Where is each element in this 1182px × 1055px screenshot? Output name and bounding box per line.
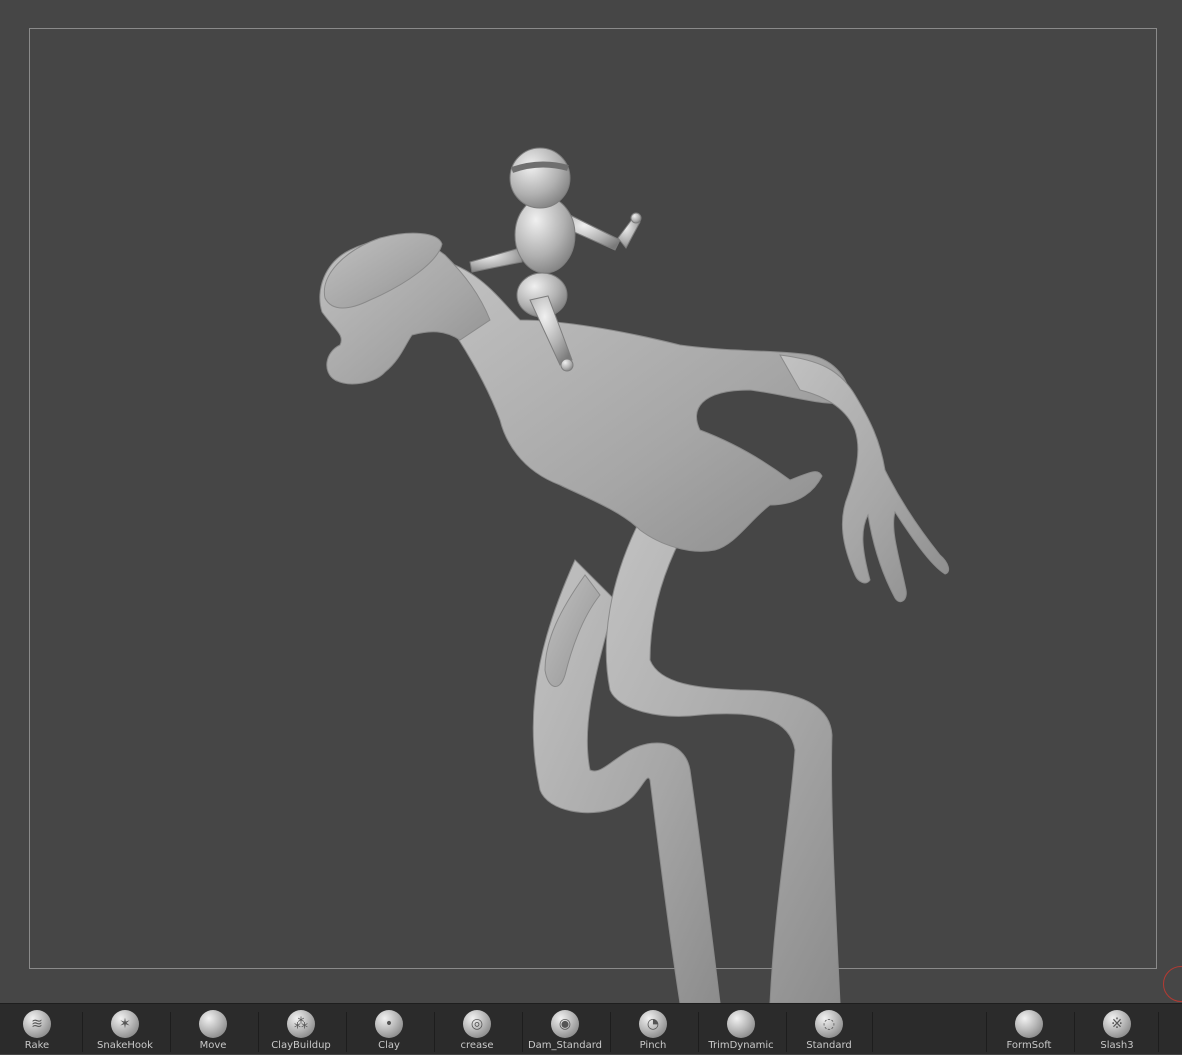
- brush-claybuildup[interactable]: ⁂ ClayBuildup: [261, 1010, 341, 1055]
- brush-rake[interactable]: ≋ Rake: [0, 1010, 77, 1055]
- brush-label: TrimDynamic: [708, 1040, 774, 1051]
- separator: [170, 1012, 171, 1052]
- brush-label: Move: [199, 1040, 227, 1051]
- separator: [872, 1012, 873, 1052]
- move-brush-icon: [199, 1010, 227, 1038]
- formsoft-brush-icon: [1015, 1010, 1043, 1038]
- brush-label: ClayBuildup: [271, 1040, 331, 1051]
- brush-slash3[interactable]: ※ Slash3: [1077, 1010, 1157, 1055]
- clay-brush-icon: •: [375, 1010, 403, 1038]
- separator: [786, 1012, 787, 1052]
- brush-shelf: ≋ Rake ✶ SnakeHook Move ⁂ ClayBuildup • …: [0, 1003, 1182, 1054]
- pinch-brush-icon: ◔: [639, 1010, 667, 1038]
- separator: [82, 1012, 83, 1052]
- brush-snakehook[interactable]: ✶ SnakeHook: [85, 1010, 165, 1055]
- separator: [1158, 1012, 1159, 1052]
- rake-brush-icon: ≋: [23, 1010, 51, 1038]
- brush-move[interactable]: Move: [173, 1010, 253, 1055]
- brush-trimdynamic[interactable]: TrimDynamic: [701, 1010, 781, 1055]
- brush-label: Standard: [806, 1040, 852, 1051]
- brush-pinch[interactable]: ◔ Pinch: [613, 1010, 693, 1055]
- crease-brush-icon: ◎: [463, 1010, 491, 1038]
- separator: [522, 1012, 523, 1052]
- sculpt-model[interactable]: [0, 0, 1182, 1003]
- brush-label: Rake: [24, 1040, 50, 1051]
- canvas-viewport[interactable]: [0, 0, 1182, 1003]
- snakehook-brush-icon: ✶: [111, 1010, 139, 1038]
- brush-formsoft[interactable]: FormSoft: [989, 1010, 1069, 1055]
- slash3-brush-icon: ※: [1103, 1010, 1131, 1038]
- separator: [610, 1012, 611, 1052]
- separator: [1074, 1012, 1075, 1052]
- brush-label: Pinch: [639, 1040, 667, 1051]
- brush-label: Slash3: [1100, 1040, 1134, 1051]
- brush-crease[interactable]: ◎ crease: [437, 1010, 517, 1055]
- brush-clay[interactable]: • Clay: [349, 1010, 429, 1055]
- separator: [258, 1012, 259, 1052]
- brush-label: SnakeHook: [97, 1040, 153, 1051]
- claybuildup-brush-icon: ⁂: [287, 1010, 315, 1038]
- creature-body: [319, 232, 950, 1003]
- separator: [698, 1012, 699, 1052]
- brush-label: Clay: [378, 1040, 400, 1051]
- brush-label: Dam_Standard: [527, 1040, 603, 1051]
- brush-label: crease: [460, 1040, 494, 1051]
- standard-brush-icon: ◌: [815, 1010, 843, 1038]
- separator: [346, 1012, 347, 1052]
- brush-label: FormSoft: [1006, 1040, 1052, 1051]
- separator: [434, 1012, 435, 1052]
- dam-standard-brush-icon: ◉: [551, 1010, 579, 1038]
- separator: [986, 1012, 987, 1052]
- brush-dam-standard[interactable]: ◉ Dam_Standard: [525, 1010, 605, 1055]
- brush-standard[interactable]: ◌ Standard: [789, 1010, 869, 1055]
- trimdynamic-brush-icon: [727, 1010, 755, 1038]
